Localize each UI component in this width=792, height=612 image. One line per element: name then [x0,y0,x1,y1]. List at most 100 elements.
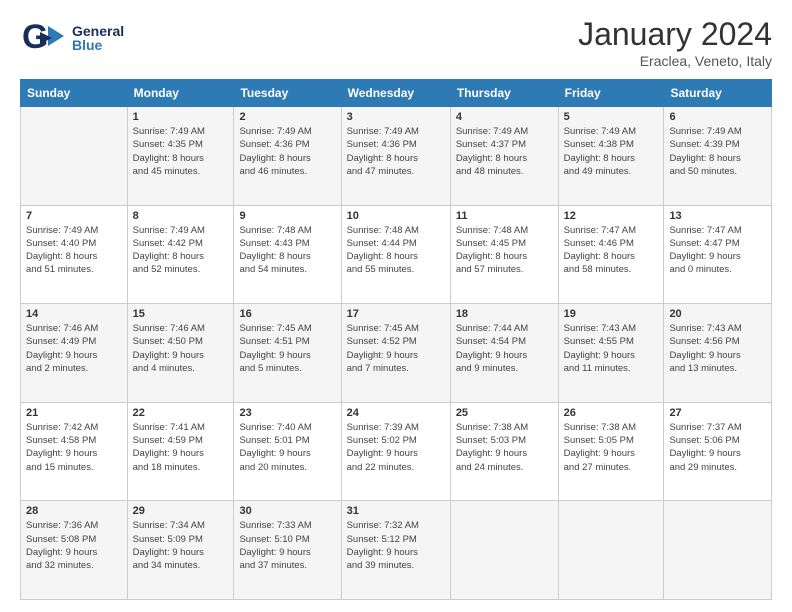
day-number: 22 [133,407,229,419]
day-detail: Sunrise: 7:36 AMSunset: 5:08 PMDaylight:… [26,519,122,572]
day-cell: 28 Sunrise: 7:36 AMSunset: 5:08 PMDayligh… [21,501,128,600]
day-cell: 7Sunrise: 7:49 AMSunset: 4:40 PMDaylight… [21,205,128,304]
day-detail: Sunrise: 7:43 AMSunset: 4:56 PMDaylight:… [669,322,766,375]
day-detail: Sunrise: 7:39 AMSunset: 5:02 PMDaylight:… [347,421,445,474]
day-number: 29 [133,505,229,517]
day-cell: 19Sunrise: 7:43 AMSunset: 4:55 PMDayligh… [558,304,664,403]
day-cell: 12 Sunrise: 7:47 AMSunset: 4:46 PMDayligh… [558,205,664,304]
day-cell: 5 Sunrise: 7:49 AMSunset: 4:38 PMDaylight… [558,107,664,206]
day-cell: 24 Sunrise: 7:39 AMSunset: 5:02 PMDayligh… [341,402,450,501]
day-detail: Sunrise: 7:49 AMSunset: 4:39 PMDaylight:… [669,125,766,178]
col-friday: Friday [558,80,664,107]
day-cell: 15Sunrise: 7:46 AMSunset: 4:50 PMDayligh… [127,304,234,403]
logo-general: General [72,24,124,38]
day-cell: 31 Sunrise: 7:32 AMSunset: 5:12 PMDayligh… [341,501,450,600]
day-cell [558,501,664,600]
day-number: 21 [26,407,122,419]
day-detail: Sunrise: 7:46 AMSunset: 4:49 PMDaylight:… [26,322,122,375]
day-cell: 20Sunrise: 7:43 AMSunset: 4:56 PMDayligh… [664,304,772,403]
calendar-title: January 2024 [578,16,772,53]
week-row-1: 7Sunrise: 7:49 AMSunset: 4:40 PMDaylight… [21,205,772,304]
day-number: 11 [456,210,553,222]
col-thursday: Thursday [450,80,558,107]
day-number: 6 [669,111,766,123]
day-cell: 6 Sunrise: 7:49 AMSunset: 4:39 PMDaylight… [664,107,772,206]
day-number: 2 [239,111,335,123]
day-number: 5 [564,111,659,123]
col-wednesday: Wednesday [341,80,450,107]
day-cell: 30Sunrise: 7:33 AMSunset: 5:10 PMDayligh… [234,501,341,600]
day-detail: Sunrise: 7:34 AMSunset: 5:09 PMDaylight:… [133,519,229,572]
calendar-subtitle: Eraclea, Veneto, Italy [578,53,772,69]
col-saturday: Saturday [664,80,772,107]
day-cell: 14 Sunrise: 7:46 AMSunset: 4:49 PMDayligh… [21,304,128,403]
day-cell: 4Sunrise: 7:49 AMSunset: 4:37 PMDaylight… [450,107,558,206]
day-detail: Sunrise: 7:47 AMSunset: 4:46 PMDaylight:… [564,224,659,277]
day-cell: 2 Sunrise: 7:49 AMSunset: 4:36 PMDaylight… [234,107,341,206]
week-row-0: 1Sunrise: 7:49 AMSunset: 4:35 PMDaylight… [21,107,772,206]
day-number: 24 [347,407,445,419]
day-cell: 21Sunrise: 7:42 AMSunset: 4:58 PMDayligh… [21,402,128,501]
day-number: 17 [347,308,445,320]
day-cell: 10 Sunrise: 7:48 AMSunset: 4:44 PMDayligh… [341,205,450,304]
day-number: 23 [239,407,335,419]
day-number: 12 [564,210,659,222]
day-number: 31 [347,505,445,517]
title-block: January 2024 Eraclea, Veneto, Italy [578,16,772,69]
day-cell: 25Sunrise: 7:38 AMSunset: 5:03 PMDayligh… [450,402,558,501]
day-cell: 1Sunrise: 7:49 AMSunset: 4:35 PMDaylight… [127,107,234,206]
day-cell [21,107,128,206]
day-detail: Sunrise: 7:32 AMSunset: 5:12 PMDaylight:… [347,519,445,572]
day-cell: 17 Sunrise: 7:45 AMSunset: 4:52 PMDayligh… [341,304,450,403]
day-number: 27 [669,407,766,419]
day-number: 14 [26,308,122,320]
day-detail: Sunrise: 7:48 AMSunset: 4:43 PMDaylight:… [239,224,335,277]
day-number: 3 [347,111,445,123]
day-detail: Sunrise: 7:49 AMSunset: 4:36 PMDaylight:… [239,125,335,178]
day-number: 26 [564,407,659,419]
day-detail: Sunrise: 7:43 AMSunset: 4:55 PMDaylight:… [564,322,659,375]
col-tuesday: Tuesday [234,80,341,107]
page: G General Blue January 2024 Eraclea, Ven… [0,0,792,612]
logo: G General Blue [20,16,124,60]
day-cell: 11 Sunrise: 7:48 AMSunset: 4:45 PMDayligh… [450,205,558,304]
day-cell: 22Sunrise: 7:41 AMSunset: 4:59 PMDayligh… [127,402,234,501]
day-number: 1 [133,111,229,123]
day-cell [664,501,772,600]
day-detail: Sunrise: 7:48 AMSunset: 4:45 PMDaylight:… [456,224,553,277]
day-number: 25 [456,407,553,419]
col-monday: Monday [127,80,234,107]
day-cell [450,501,558,600]
day-detail: Sunrise: 7:48 AMSunset: 4:44 PMDaylight:… [347,224,445,277]
day-number: 28 [26,505,122,517]
day-number: 10 [347,210,445,222]
day-number: 9 [239,210,335,222]
day-detail: Sunrise: 7:49 AMSunset: 4:42 PMDaylight:… [133,224,229,277]
day-number: 18 [456,308,553,320]
day-number: 7 [26,210,122,222]
logo-blue: Blue [72,38,124,52]
day-cell: 3 Sunrise: 7:49 AMSunset: 4:36 PMDaylight… [341,107,450,206]
logo-svg: G [20,16,68,60]
day-detail: Sunrise: 7:49 AMSunset: 4:36 PMDaylight:… [347,125,445,178]
day-detail: Sunrise: 7:40 AMSunset: 5:01 PMDaylight:… [239,421,335,474]
day-cell: 18 Sunrise: 7:44 AMSunset: 4:54 PMDayligh… [450,304,558,403]
day-detail: Sunrise: 7:45 AMSunset: 4:51 PMDaylight:… [239,322,335,375]
calendar-table: Sunday Monday Tuesday Wednesday Thursday… [20,79,772,600]
day-number: 8 [133,210,229,222]
day-detail: Sunrise: 7:38 AMSunset: 5:05 PMDaylight:… [564,421,659,474]
day-detail: Sunrise: 7:49 AMSunset: 4:38 PMDaylight:… [564,125,659,178]
day-detail: Sunrise: 7:44 AMSunset: 4:54 PMDaylight:… [456,322,553,375]
day-cell: 23 Sunrise: 7:40 AMSunset: 5:01 PMDayligh… [234,402,341,501]
header-row: Sunday Monday Tuesday Wednesday Thursday… [21,80,772,107]
day-detail: Sunrise: 7:45 AMSunset: 4:52 PMDaylight:… [347,322,445,375]
day-cell: 9 Sunrise: 7:48 AMSunset: 4:43 PMDaylight… [234,205,341,304]
logo-text-container: General Blue [72,24,124,52]
day-cell: 26 Sunrise: 7:38 AMSunset: 5:05 PMDayligh… [558,402,664,501]
week-row-3: 21Sunrise: 7:42 AMSunset: 4:58 PMDayligh… [21,402,772,501]
day-detail: Sunrise: 7:49 AMSunset: 4:37 PMDaylight:… [456,125,553,178]
day-detail: Sunrise: 7:46 AMSunset: 4:50 PMDaylight:… [133,322,229,375]
day-number: 13 [669,210,766,222]
day-cell: 16Sunrise: 7:45 AMSunset: 4:51 PMDayligh… [234,304,341,403]
col-sunday: Sunday [21,80,128,107]
